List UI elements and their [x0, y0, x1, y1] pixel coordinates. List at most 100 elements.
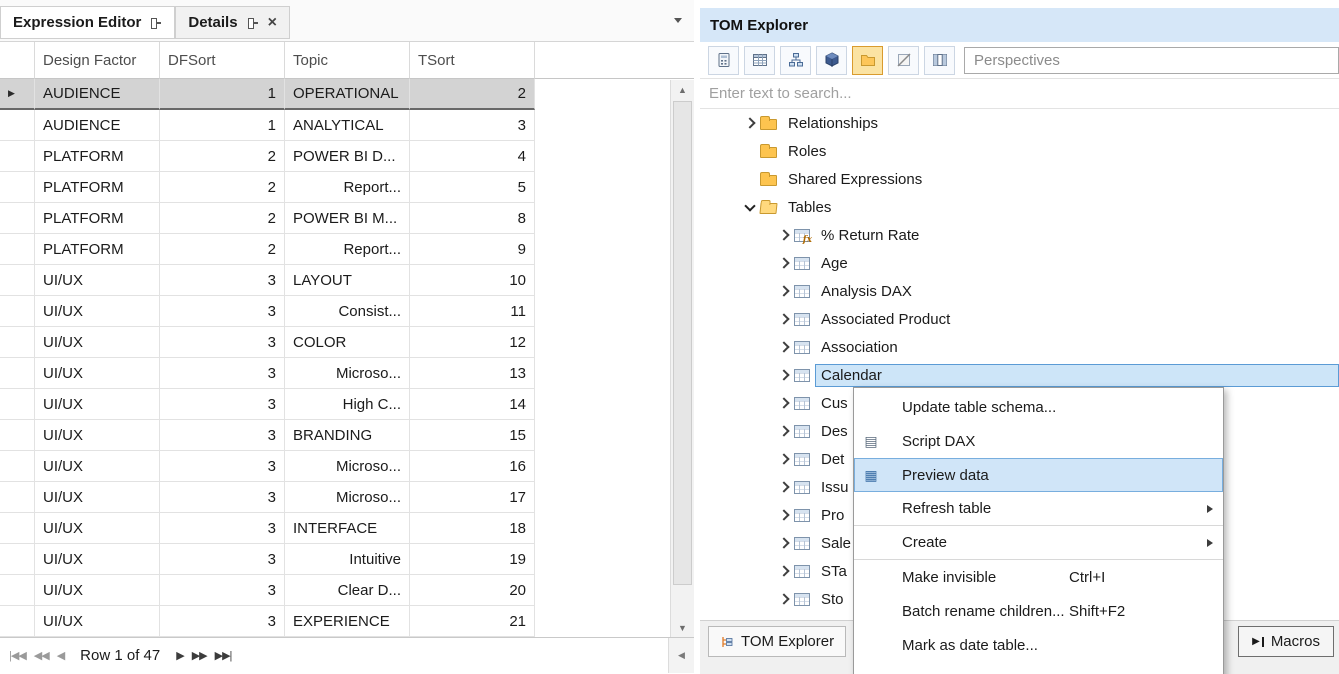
expander-chevron-icon[interactable]: [776, 563, 792, 579]
expander-chevron-icon[interactable]: [776, 423, 792, 439]
tree-item-label[interactable]: Age: [815, 252, 854, 275]
table-row[interactable]: UI/UX 3 EXPERIENCE 21: [0, 606, 694, 637]
cell-dfsort[interactable]: 3: [160, 358, 285, 389]
tree-item-label[interactable]: Association: [815, 336, 904, 359]
navigator-button[interactable]: ▶▶|: [211, 649, 236, 662]
tree-item[interactable]: Age: [700, 249, 1339, 277]
table-row[interactable]: UI/UX 3 Microso... 13: [0, 358, 694, 389]
expander-chevron-icon[interactable]: [742, 171, 758, 187]
cell-design-factor[interactable]: AUDIENCE: [35, 79, 160, 110]
cell-dfsort[interactable]: 3: [160, 327, 285, 358]
cell-design-factor[interactable]: UI/UX: [35, 482, 160, 513]
expander-chevron-icon[interactable]: [776, 535, 792, 551]
cell-dfsort[interactable]: 3: [160, 265, 285, 296]
macros-button[interactable]: Macros: [1238, 626, 1334, 657]
tree-item[interactable]: Associated Product: [700, 305, 1339, 333]
tree-item-label[interactable]: Cus: [815, 392, 854, 415]
cell-design-factor[interactable]: UI/UX: [35, 420, 160, 451]
tree-item-label[interactable]: Analysis DAX: [815, 280, 918, 303]
cell-topic[interactable]: LAYOUT: [285, 265, 410, 296]
cell-topic[interactable]: Intuitive: [285, 544, 410, 575]
cell-design-factor[interactable]: AUDIENCE: [35, 110, 160, 141]
cell-topic[interactable]: INTERFACE: [285, 513, 410, 544]
tree-item-label[interactable]: Shared Expressions: [782, 168, 928, 191]
table-row[interactable]: AUDIENCE 1 ANALYTICAL 3: [0, 110, 694, 141]
expander-chevron-icon[interactable]: [776, 591, 792, 607]
table-row[interactable]: UI/UX 3 Microso... 17: [0, 482, 694, 513]
cell-dfsort[interactable]: 3: [160, 575, 285, 606]
cell-tsort[interactable]: 10: [410, 265, 535, 296]
tree-item-label[interactable]: % Return Rate: [815, 224, 925, 247]
cell-topic[interactable]: High C...: [285, 389, 410, 420]
scrollbar-thumb[interactable]: [673, 101, 692, 585]
tree-item[interactable]: Tables: [700, 193, 1339, 221]
navigator-button[interactable]: ◀: [53, 649, 68, 662]
table-row[interactable]: PLATFORM 2 Report... 5: [0, 172, 694, 203]
horizontal-scroll-left-icon[interactable]: [668, 638, 694, 673]
column-header-design-factor[interactable]: Design Factor: [35, 42, 160, 79]
cell-design-factor[interactable]: UI/UX: [35, 451, 160, 482]
cell-tsort[interactable]: 20: [410, 575, 535, 606]
tree-item[interactable]: Relationships: [700, 109, 1339, 137]
cell-dfsort[interactable]: 3: [160, 513, 285, 544]
expander-chevron-icon[interactable]: [776, 507, 792, 523]
table-row[interactable]: PLATFORM 2 POWER BI D... 4: [0, 141, 694, 172]
perspectives-combobox[interactable]: Perspectives: [964, 47, 1339, 74]
cell-topic[interactable]: EXPERIENCE: [285, 606, 410, 637]
menu-item[interactable]: Preview data: [854, 458, 1223, 492]
cell-tsort[interactable]: 2: [410, 79, 535, 110]
cell-dfsort[interactable]: 3: [160, 451, 285, 482]
menu-item[interactable]: Make invisible Ctrl+I: [854, 560, 1223, 594]
tab-details[interactable]: Details ×: [175, 6, 290, 39]
cell-design-factor[interactable]: UI/UX: [35, 606, 160, 637]
search-input[interactable]: [700, 79, 1339, 108]
cell-dfsort[interactable]: 3: [160, 606, 285, 637]
cell-tsort[interactable]: 12: [410, 327, 535, 358]
table-row[interactable]: UI/UX 3 BRANDING 15: [0, 420, 694, 451]
cube-icon[interactable]: [816, 46, 847, 75]
navigator-button[interactable]: ◀◀: [30, 649, 53, 662]
menu-item[interactable]: Update table schema...: [854, 390, 1223, 424]
tab-list-caret-icon[interactable]: [674, 18, 682, 23]
cell-topic[interactable]: Microso...: [285, 451, 410, 482]
column-header-tsort[interactable]: TSort: [410, 42, 535, 79]
cell-design-factor[interactable]: UI/UX: [35, 389, 160, 420]
cell-topic[interactable]: OPERATIONAL: [285, 79, 410, 110]
cell-design-factor[interactable]: UI/UX: [35, 265, 160, 296]
columns-icon[interactable]: [924, 46, 955, 75]
table-row[interactable]: UI/UX 3 INTERFACE 18: [0, 513, 694, 544]
cell-design-factor[interactable]: UI/UX: [35, 358, 160, 389]
tree-item[interactable]: Roles: [700, 137, 1339, 165]
cell-design-factor[interactable]: UI/UX: [35, 575, 160, 606]
cell-design-factor[interactable]: UI/UX: [35, 544, 160, 575]
hierarchy-icon[interactable]: [780, 46, 811, 75]
table-row[interactable]: AUDIENCE 1 OPERATIONAL 2: [0, 79, 694, 110]
expander-chevron-icon[interactable]: [776, 339, 792, 355]
cell-topic[interactable]: Microso...: [285, 482, 410, 513]
cell-design-factor[interactable]: UI/UX: [35, 513, 160, 544]
cell-dfsort[interactable]: 3: [160, 420, 285, 451]
menu-item[interactable]: Create: [854, 526, 1223, 560]
cell-dfsort[interactable]: 2: [160, 234, 285, 265]
table-row[interactable]: UI/UX 3 COLOR 12: [0, 327, 694, 358]
tree-item[interactable]: % Return Rate: [700, 221, 1339, 249]
expander-chevron-icon[interactable]: [776, 311, 792, 327]
cell-topic[interactable]: Report...: [285, 234, 410, 265]
expander-chevron-icon[interactable]: [776, 451, 792, 467]
cell-tsort[interactable]: 16: [410, 451, 535, 482]
tree-item-label[interactable]: Roles: [782, 140, 832, 163]
display-folder-icon[interactable]: [852, 46, 883, 75]
pin-icon[interactable]: [150, 17, 162, 29]
expander-chevron-icon[interactable]: [742, 115, 758, 131]
navigator-button[interactable]: ▶▶: [188, 649, 211, 662]
tab-tom-explorer[interactable]: TOM Explorer: [708, 626, 846, 657]
tree-item-label[interactable]: Relationships: [782, 112, 884, 135]
menu-item[interactable]: Script DAX: [854, 424, 1223, 458]
column-header-dfsort[interactable]: DFSort: [160, 42, 285, 79]
data-table-icon[interactable]: [744, 46, 775, 75]
tree-item-label[interactable]: Pro: [815, 504, 850, 527]
tree-item-label[interactable]: Issu: [815, 476, 855, 499]
scroll-up-icon[interactable]: ▲: [671, 80, 694, 100]
expander-chevron-icon[interactable]: [776, 255, 792, 271]
cell-tsort[interactable]: 11: [410, 296, 535, 327]
